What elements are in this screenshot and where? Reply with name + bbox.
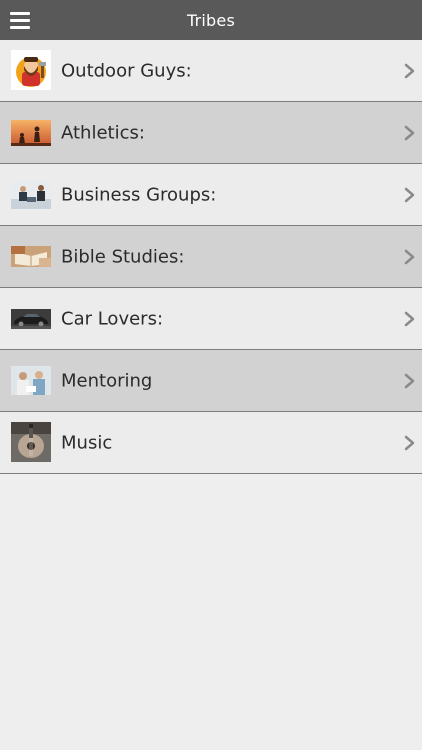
sunset-athletes-image xyxy=(11,120,51,146)
chevron-right-icon xyxy=(404,125,415,140)
tribe-row-business-groups[interactable]: Business Groups: xyxy=(0,164,422,226)
chevron-right-icon xyxy=(404,373,415,388)
tribe-label: Mentoring xyxy=(61,370,153,391)
guitar-image xyxy=(11,422,51,462)
app-screen: Tribes Outdoor Guys: Athletics: Business… xyxy=(0,0,422,750)
tribe-label: Music xyxy=(61,432,113,453)
top-navigation-bar: Tribes xyxy=(0,0,422,40)
tribe-label: Business Groups: xyxy=(61,184,217,205)
page-title: Tribes xyxy=(187,10,235,30)
bible-reading-image xyxy=(11,246,51,267)
tribe-label: Athletics: xyxy=(61,122,145,143)
chevron-right-icon xyxy=(404,435,415,450)
tribe-row-outdoor-guys[interactable]: Outdoor Guys: xyxy=(0,40,422,102)
tribe-label: Bible Studies: xyxy=(61,246,185,267)
lumberjack-avatar-image xyxy=(11,50,51,90)
tribe-row-car-lovers[interactable]: Car Lovers: xyxy=(0,288,422,350)
tribe-row-bible-studies[interactable]: Bible Studies: xyxy=(0,226,422,288)
tribe-row-mentoring[interactable]: Mentoring xyxy=(0,350,422,412)
tribes-list: Outdoor Guys: Athletics: Business Groups… xyxy=(0,40,422,474)
tribe-row-music[interactable]: Music xyxy=(0,412,422,474)
mentoring-image xyxy=(11,366,51,395)
chevron-right-icon xyxy=(404,249,415,264)
chevron-right-icon xyxy=(404,187,415,202)
business-meeting-image xyxy=(11,181,51,209)
chevron-right-icon xyxy=(404,63,415,78)
car-image xyxy=(11,309,51,329)
tribe-label: Car Lovers: xyxy=(61,308,164,329)
tribe-label: Outdoor Guys: xyxy=(61,60,192,81)
hamburger-menu-icon[interactable] xyxy=(10,12,30,29)
chevron-right-icon xyxy=(404,311,415,326)
tribe-row-athletics[interactable]: Athletics: xyxy=(0,102,422,164)
